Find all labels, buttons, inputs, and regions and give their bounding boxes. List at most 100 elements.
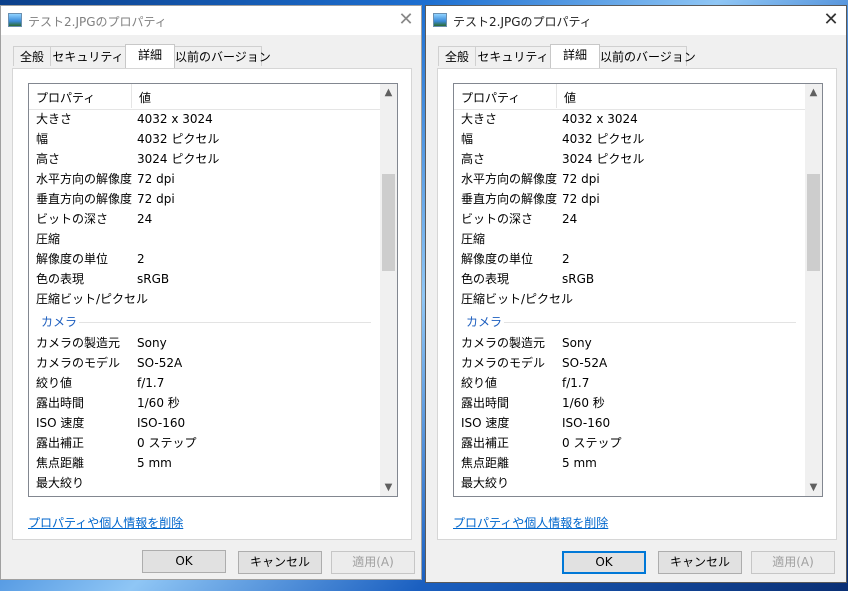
list-item[interactable]: 解像度の単位 2 [29,249,381,269]
tab-details[interactable]: 詳細 [550,44,600,68]
cancel-button[interactable]: キャンセル [658,551,742,574]
property-name: カメラのモデル [461,356,546,370]
ok-button[interactable]: OK [562,551,646,574]
list-item[interactable]: 垂直方向の解像度 72 dpi [454,189,806,209]
scroll-thumb[interactable] [382,174,395,271]
list-item[interactable]: 大きさ 4032 x 3024 [29,109,381,129]
scroll-up-icon[interactable]: ▲ [380,84,397,101]
property-name: ビットの深さ [461,212,534,226]
tab-security[interactable]: セキュリティ [50,46,126,66]
list-item[interactable]: ISO 速度 ISO-160 [29,413,381,433]
column-header-value[interactable]: 値 [139,89,151,106]
column-header-property[interactable]: プロパティ [36,89,95,106]
property-value: f/1.7 [562,376,590,390]
list-item[interactable]: 色の表現 sRGB [29,269,381,289]
list-item[interactable]: 圧縮ビット/ピクセル [454,289,806,309]
tab-general[interactable]: 全般 [438,46,476,66]
list-item[interactable]: カメラの製造元 Sony [454,333,806,353]
properties-dialog-right: テスト2.JPGのプロパティ ✕ 全般 セキュリティ 詳細 以前のバージョン プ… [425,5,847,583]
title-bar[interactable]: テスト2.JPGのプロパティ ✕ [1,6,421,35]
list-item[interactable]: 絞り値 f/1.7 [454,373,806,393]
list-item[interactable]: ビットの深さ 24 [29,209,381,229]
column-header-property[interactable]: プロパティ [461,89,520,106]
property-name: 焦点距離 [36,456,85,470]
property-value: ISO-160 [562,416,611,430]
property-value: 2 [562,252,570,266]
remove-properties-link[interactable]: プロパティや個人情報を削除 [28,514,183,531]
list-item[interactable]: 焦点距離 5 mm [29,453,381,473]
vertical-scrollbar[interactable]: ▲ ▼ [805,84,822,496]
property-value: SO-52A [137,356,183,370]
property-value: 0 ステップ [562,436,622,450]
scroll-thumb[interactable] [807,174,820,271]
title-bar[interactable]: テスト2.JPGのプロパティ ✕ [426,6,846,35]
tab-details[interactable]: 詳細 [125,44,175,68]
list-item[interactable]: 最大絞り [29,473,381,493]
list-item[interactable]: 圧縮ビット/ピクセル [29,289,381,309]
properties-dialog-left: テスト2.JPGのプロパティ ✕ 全般 セキュリティ 詳細 以前のバージョン プ… [0,5,422,580]
cancel-button[interactable]: キャンセル [238,551,322,574]
list-item[interactable]: 圧縮 [454,229,806,249]
apply-button[interactable]: 適用(A) [751,551,835,574]
list-item[interactable]: 高さ 3024 ピクセル [29,149,381,169]
property-name: カメラのモデル [36,356,121,370]
list-item[interactable]: 露出時間 1/60 秒 [454,393,806,413]
vertical-scrollbar[interactable]: ▲ ▼ [380,84,397,496]
tab-security[interactable]: セキュリティ [475,46,551,66]
list-item[interactable]: カメラのモデル SO-52A [454,353,806,373]
property-list[interactable]: プロパティ 値 大きさ 4032 x 3024 幅 4032 ピクセル高さ 3024 ピ… [28,83,398,497]
column-header-value[interactable]: 値 [564,89,576,106]
property-value: SO-52A [562,356,608,370]
group-divider [79,322,371,323]
scroll-down-icon[interactable]: ▼ [380,479,397,496]
scroll-up-icon[interactable]: ▲ [805,84,822,101]
property-name: 水平方向の解像度 [461,172,558,186]
property-value: 1/60 秒 [562,396,605,410]
tab-previous-versions[interactable]: 以前のバージョン [599,46,696,66]
list-item[interactable]: 圧縮 [29,229,381,249]
list-item[interactable]: 最大絞り [454,473,806,493]
list-item[interactable]: 高さ 3024 ピクセル [454,149,806,169]
list-item[interactable]: 焦点距離 5 mm [454,453,806,473]
list-item[interactable]: 垂直方向の解像度 72 dpi [29,189,381,209]
list-item[interactable]: 幅 4032 ピクセル [454,129,806,149]
close-button[interactable]: ✕ [816,6,846,35]
list-item[interactable]: 露出補正 0 ステップ [454,433,806,453]
list-item[interactable]: 色の表現 sRGB [454,269,806,289]
property-name: 最大絞り [461,476,510,490]
property-name: 水平方向の解像度 [36,172,133,186]
tab-general[interactable]: 全般 [13,46,51,66]
property-value: 0 ステップ [137,436,197,450]
property-value: 4032 ピクセル [137,132,220,146]
property-name: 幅 [461,132,474,146]
list-item[interactable]: 解像度の単位 2 [454,249,806,269]
remove-properties-link[interactable]: プロパティや個人情報を削除 [453,514,608,531]
list-item[interactable]: ビットの深さ 24 [454,209,806,229]
list-rows: 大きさ 4032 x 3024 幅 4032 ピクセル 高さ 3024 ピクセル 水平方向の… [454,109,806,493]
list-header: プロパティ 値 [454,84,806,110]
list-item[interactable]: 水平方向の解像度 72 dpi [454,169,806,189]
list-item[interactable]: 大きさ 4032 x 3024 [454,109,806,129]
property-name: 垂直方向の解像度 [36,192,133,206]
window-title: テスト2.JPGのプロパティ [453,15,592,29]
list-item[interactable]: カメラの製造元 Sony [29,333,381,353]
list-item[interactable]: 絞り値 f/1.7 [29,373,381,393]
property-name: 幅 [36,132,49,146]
property-name: 露出補正 [36,436,85,450]
list-item[interactable]: ISO 速度 ISO-160 [454,413,806,433]
property-value: 3024 ピクセル [562,152,645,166]
property-value: 4032 x 3024 [562,112,638,126]
list-item[interactable]: カメラのモデル SO-52A [29,353,381,373]
close-button[interactable]: ✕ [391,6,421,35]
column-divider[interactable] [556,84,557,108]
scroll-down-icon[interactable]: ▼ [805,479,822,496]
list-item[interactable]: 水平方向の解像度 72 dpi [29,169,381,189]
property-list[interactable]: プロパティ 値 大きさ 4032 x 3024 幅 4032 ピクセル 高さ 3024 ピ… [453,83,823,497]
list-item[interactable]: 幅 4032 ピクセル [29,129,381,149]
list-item[interactable]: 露出時間 1/60 秒 [29,393,381,413]
column-divider[interactable] [131,84,132,108]
apply-button[interactable]: 適用(A) [331,551,415,574]
ok-button[interactable]: OK [142,550,226,573]
list-item[interactable]: 露出補正 0 ステップ [29,433,381,453]
tab-previous-versions[interactable]: 以前のバージョン [174,46,271,66]
